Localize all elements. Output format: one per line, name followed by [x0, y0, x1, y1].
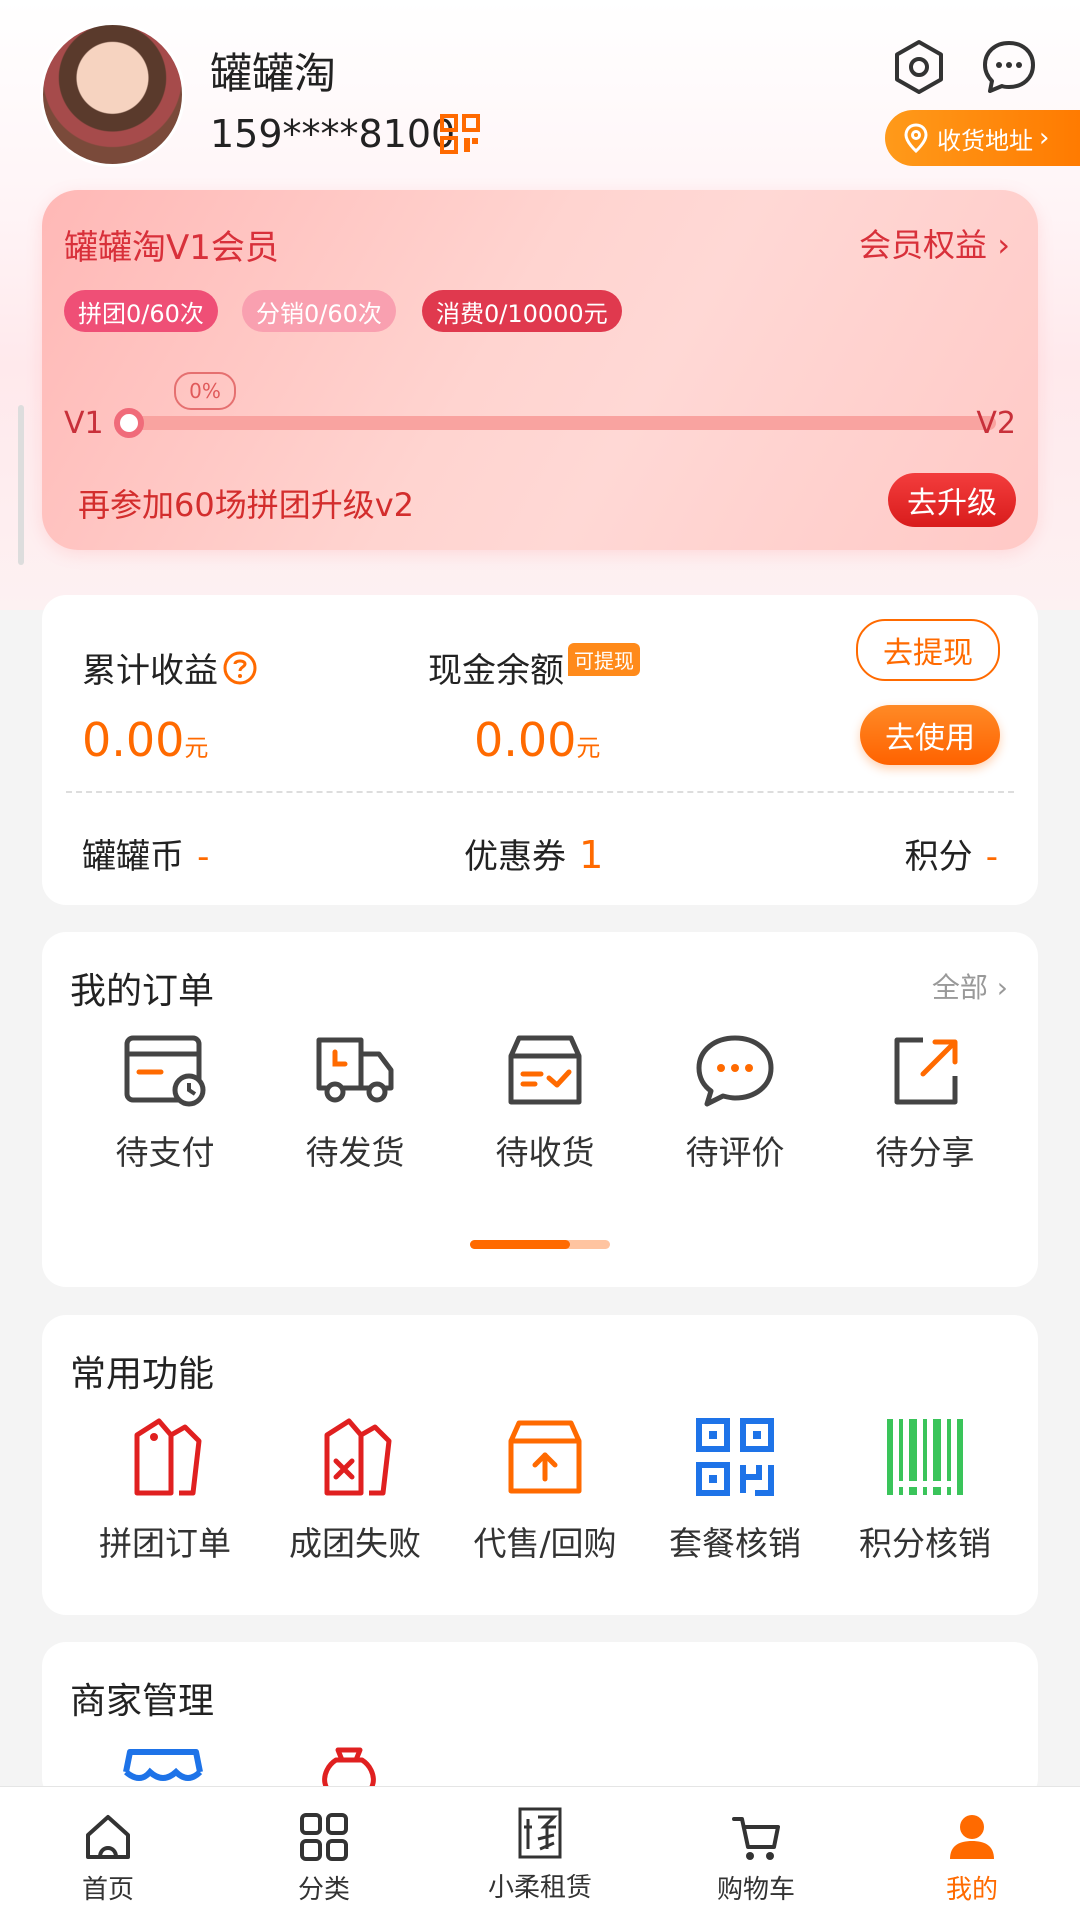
total-earnings-label: 累计收益	[82, 651, 218, 691]
location-pin-icon	[904, 123, 928, 153]
tab-rental[interactable]: 小柔租赁	[432, 1787, 648, 1921]
cash-balance-value: 0.00元	[474, 713, 601, 767]
tag-fail-icon	[324, 1418, 392, 1496]
address-label: 收货地址	[937, 126, 1033, 155]
order-item-label: 待评价	[685, 1133, 785, 1172]
cash-balance-label: 现金余额	[428, 651, 564, 691]
box-upload-icon	[508, 1420, 582, 1494]
bottom-tab-bar: 首页 分类 小柔租赁 购物车 我的	[0, 1786, 1080, 1921]
member-card: 罐罐淘V1会员 会员权益 › 拼团0/60次 分销0/60次 消费0/10000…	[42, 190, 1038, 550]
func-group-failed[interactable]: 成团失败	[270, 1415, 440, 1565]
rent-icon	[518, 1807, 562, 1859]
tab-label: 我的	[945, 1875, 998, 1905]
user-icon	[950, 1815, 994, 1859]
member-rights-link[interactable]: 会员权益 ›	[859, 220, 1010, 266]
order-item-label: 待发货	[305, 1133, 405, 1172]
orders-all-link[interactable]: 全部 ›	[932, 966, 1008, 1006]
tab-mine[interactable]: 我的	[864, 1787, 1080, 1921]
func-label: 套餐核销	[669, 1524, 801, 1563]
total-earnings-value: 0.00元	[82, 713, 209, 767]
withdraw-button[interactable]: 去提现	[856, 619, 1000, 681]
qrcode-icon[interactable]	[440, 114, 480, 154]
func-label: 拼团订单	[99, 1524, 231, 1563]
func-group-orders[interactable]: 拼团订单	[80, 1415, 250, 1565]
badge-distribution: 分销0/60次	[242, 290, 396, 332]
home-icon	[86, 1815, 130, 1859]
points-value: -	[985, 837, 998, 877]
truck-icon	[316, 1037, 394, 1103]
divider	[66, 791, 1014, 793]
merchant-card: 商家管理	[42, 1642, 1038, 1802]
user-phone: 159****8100	[210, 112, 456, 156]
functions-card: 常用功能 拼团订单 成团失败 代售/回购 套餐核销 积分核销	[42, 1315, 1038, 1615]
order-item-label: 待收货	[495, 1133, 595, 1172]
tab-label: 分类	[297, 1875, 350, 1905]
tag-icon	[134, 1418, 202, 1496]
func-package-verify[interactable]: 套餐核销	[650, 1415, 820, 1565]
orders-title: 我的订单	[70, 971, 215, 1012]
tab-cart[interactable]: 购物车	[648, 1787, 864, 1921]
level-progress-bar	[134, 416, 996, 430]
wallet-clock-icon	[124, 1035, 206, 1107]
share-icon	[894, 1037, 958, 1105]
orders-card: 我的订单 全部 › 待支付 待发货 待收货 待评价 待分享	[42, 932, 1038, 1287]
tab-label: 购物车	[716, 1875, 795, 1905]
message-icon[interactable]	[980, 38, 1038, 96]
order-item-pending-shipment[interactable]: 待发货	[270, 1032, 440, 1174]
order-item-pending-payment[interactable]: 待支付	[80, 1032, 250, 1174]
func-label: 积分核销	[859, 1524, 991, 1563]
progress-percent: 0%	[174, 372, 236, 410]
orders-all-label: 全部	[931, 971, 988, 1004]
tab-home[interactable]: 首页	[0, 1787, 216, 1921]
func-label: 成团失败	[289, 1524, 421, 1563]
qrcode-icon	[696, 1418, 774, 1496]
badge-group-buy: 拼团0/60次	[64, 290, 218, 332]
tab-category[interactable]: 分类	[216, 1787, 432, 1921]
member-title: 罐罐淘V1会员	[64, 228, 279, 268]
level-to: V2	[976, 406, 1016, 441]
chevron-right-icon: ›	[1039, 123, 1050, 153]
badge-consumption: 消费0/10000元	[422, 290, 622, 332]
order-item-label: 待支付	[115, 1133, 215, 1172]
level-from: V1	[64, 406, 104, 441]
coupon-value: 1	[579, 833, 604, 877]
chat-bubble-icon	[696, 1035, 774, 1107]
address-button[interactable]: 收货地址 ›	[885, 110, 1080, 166]
user-name: 罐罐淘	[210, 49, 337, 98]
points-item[interactable]: 积分 -	[905, 829, 998, 878]
barcode-icon	[887, 1419, 963, 1495]
member-rights-label: 会员权益	[859, 226, 988, 264]
coins-item[interactable]: 罐罐币 -	[82, 829, 209, 878]
help-icon[interactable]	[222, 650, 258, 686]
coins-value: -	[197, 837, 210, 877]
merchant-title: 商家管理	[70, 1681, 215, 1722]
upgrade-tip: 再参加60场拼团升级v2	[78, 486, 415, 524]
tab-label: 首页	[81, 1875, 134, 1905]
progress-knob	[114, 408, 144, 438]
box-check-icon	[508, 1035, 582, 1105]
tab-label: 小柔租赁	[487, 1873, 592, 1903]
order-item-pending-review[interactable]: 待评价	[650, 1032, 820, 1174]
order-item-pending-receipt[interactable]: 待收货	[460, 1032, 630, 1174]
func-points-verify[interactable]: 积分核销	[840, 1415, 1010, 1565]
points-label: 积分	[904, 837, 973, 877]
earnings-card: 累计收益 0.00元 现金余额 可提现 0.00元 去提现 去使用 罐罐币 - …	[42, 595, 1038, 905]
coupon-label: 优惠券	[464, 837, 566, 877]
grid-icon	[300, 1813, 348, 1861]
func-label: 代售/回购	[473, 1524, 617, 1563]
coupon-item[interactable]: 优惠券 1	[464, 829, 603, 878]
order-item-pending-share[interactable]: 待分享	[840, 1032, 1010, 1174]
settings-icon[interactable]	[890, 38, 948, 96]
use-button[interactable]: 去使用	[860, 705, 1000, 765]
avatar[interactable]	[40, 22, 185, 167]
upgrade-button[interactable]: 去升级	[888, 473, 1016, 527]
scroll-indicator	[18, 405, 24, 565]
order-item-label: 待分享	[875, 1133, 975, 1172]
withdrawable-tag: 可提现	[568, 643, 640, 676]
cart-icon	[732, 1817, 780, 1860]
functions-title: 常用功能	[70, 1354, 215, 1395]
coins-label: 罐罐币	[82, 837, 184, 877]
page-indicator	[470, 1240, 610, 1249]
func-consign-buyback[interactable]: 代售/回购	[460, 1415, 630, 1565]
